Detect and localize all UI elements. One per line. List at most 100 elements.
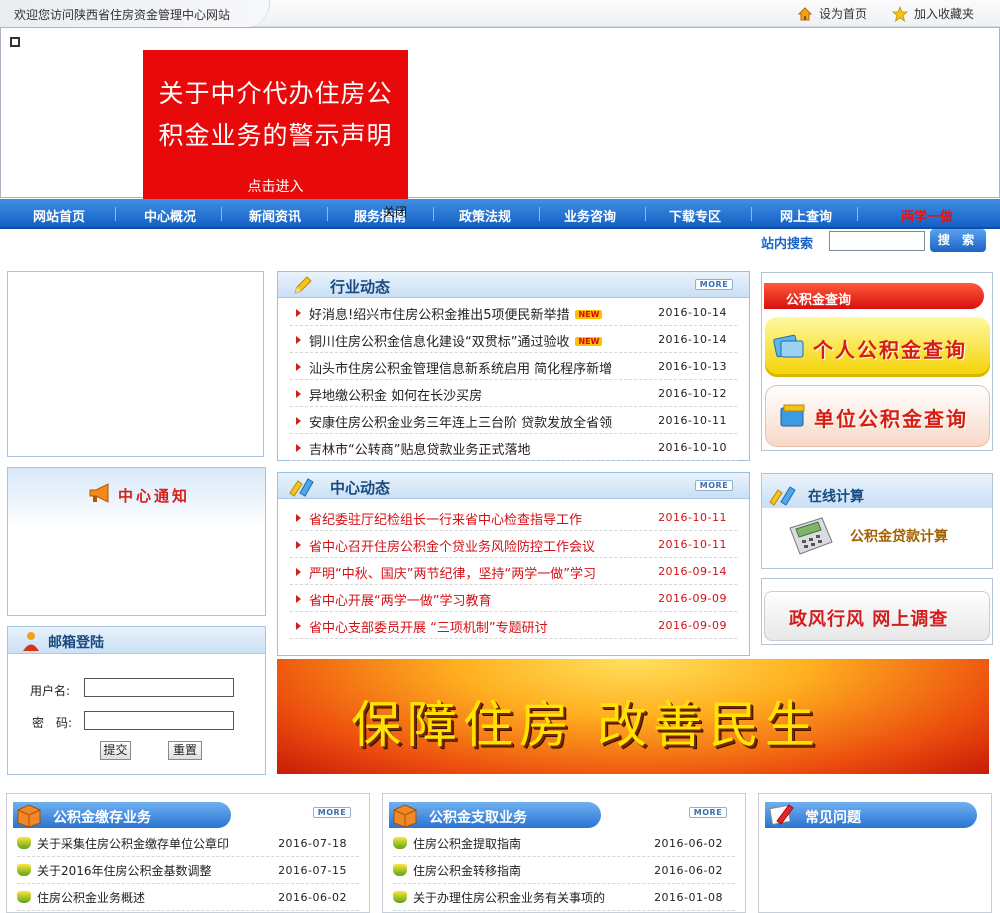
deposit-business-title: 公积金缴存业务: [13, 802, 231, 828]
list-item[interactable]: 好消息!绍兴市住房公积金推出5项便民新举措 NEW 2016-10-14: [290, 299, 737, 326]
list-item-date: 2016-06-02: [654, 837, 723, 850]
nav-divider: [857, 207, 858, 221]
add-favorite-link[interactable]: 加入收藏夹: [892, 5, 974, 22]
list-item-date: 2016-06-02: [278, 891, 347, 904]
reset-button[interactable]: 重置: [168, 741, 202, 760]
main-nav: 网站首页 中心概况 新闻资讯 服务指南 政策法规 业务咨询 下载专区 网上查询 …: [0, 199, 1000, 229]
list-item-date: 2016-06-02: [654, 864, 723, 877]
pencils-icon: [769, 486, 796, 506]
megaphone-icon: [89, 483, 109, 503]
box-package-icon: [17, 804, 41, 828]
news-date: 2016-10-12: [658, 387, 727, 400]
list-item[interactable]: 省纪委驻厅纪检组长一行来省中心检查指导工作 2016-10-11: [290, 504, 737, 531]
notice-enter-link[interactable]: 点击进入: [143, 176, 408, 196]
nav-item-policy[interactable]: 政策法规: [435, 206, 535, 225]
slogan-text: 保障住房 改善民生: [351, 696, 821, 754]
pencil-paper-icon: [769, 804, 794, 826]
search-input[interactable]: [829, 231, 925, 251]
warning-notice-popup[interactable]: 关于中介代办住房公 积金业务的警示声明 点击进入: [143, 50, 408, 200]
list-item[interactable]: 严明“中秋、国庆”两节纪律，坚持“两学一做”学习 2016-09-14: [290, 558, 737, 585]
list-item[interactable]: 住房公积金提取指南 2016-06-02: [393, 830, 735, 857]
personal-gjj-query-label: 个人公积金查询: [813, 338, 967, 362]
leaf-bullet-icon: [393, 864, 407, 876]
center-news-title: 中心动态: [330, 479, 391, 497]
welcome-text: 欢迎您访问陕西省住房资金管理中心网站: [14, 8, 231, 22]
list-item[interactable]: 关于采集住房公积金缴存单位公章印 2016-07-18: [17, 830, 359, 857]
list-item-title: 住房公积金提取指南: [413, 837, 522, 851]
news-date: 2016-10-10: [658, 441, 727, 454]
loan-calculator-link[interactable]: 公积金贷款计算: [850, 526, 948, 546]
list-item-title: 关于采集住房公积金缴存单位公章印: [37, 837, 230, 851]
news-title-text: 好消息!绍兴市住房公积金推出5项便民新举措: [309, 308, 570, 323]
deposit-more-button[interactable]: MORE: [313, 807, 351, 818]
list-item-title: 关于办理住房公积金业务有关事项的: [413, 891, 606, 905]
news-date: 2016-10-14: [658, 306, 727, 319]
leaf-bullet-icon: [17, 864, 31, 876]
list-item[interactable]: 省中心召开住房公积金个贷业务风险防控工作会议 2016-10-11: [290, 531, 737, 558]
bullet-arrow-icon: [296, 444, 301, 452]
password-field[interactable]: [84, 711, 234, 730]
survey-button[interactable]: 政风行风 网上调查: [764, 591, 990, 641]
news-title-text: 铜川住房公积金信息化建设“双贯标”通过验收: [309, 335, 570, 350]
center-notice-box: 中心通知: [7, 467, 266, 616]
notice-line-1: 关于中介代办住房公: [158, 79, 393, 108]
nav-item-overview[interactable]: 中心概况: [120, 206, 220, 225]
news-date: 2016-10-13: [658, 360, 727, 373]
bullet-arrow-icon: [296, 309, 301, 317]
list-item[interactable]: 省中心支部委员开展 “三项机制”专题研讨 2016-09-09: [290, 612, 737, 639]
username-field[interactable]: [84, 678, 234, 697]
bullet-arrow-icon: [296, 363, 301, 371]
list-item[interactable]: 省中心开展“两学一做”学习教育 2016-09-09: [290, 585, 737, 612]
nav-divider: [433, 207, 434, 221]
nav-item-news[interactable]: 新闻资讯: [225, 206, 325, 225]
list-item[interactable]: 安康住房公积金业务三年连上三台阶 贷款发放全省领 2016-10-11: [290, 407, 737, 434]
list-item[interactable]: 汕头市住房公积金管理信息新系统启用 简化程序新增 2016-10-13: [290, 353, 737, 380]
pencil-icon: [294, 276, 312, 294]
notice-close-button[interactable]: 关闭: [383, 203, 407, 220]
news-title: 汕头市住房公积金管理信息新系统启用 简化程序新增: [309, 362, 613, 377]
withdraw-more-button[interactable]: MORE: [689, 807, 727, 818]
personal-gjj-query-button[interactable]: 个人公积金查询: [765, 317, 990, 377]
nav-item-consult[interactable]: 业务咨询: [540, 206, 640, 225]
home-icon: [797, 6, 813, 20]
news-title: 安康住房公积金业务三年连上三台阶 贷款发放全省领: [309, 416, 613, 431]
nav-item-home[interactable]: 网站首页: [9, 206, 109, 225]
center-news-box: 中心动态 MORE 省纪委驻厅纪检组长一行来省中心检查指导工作 2016-10-…: [277, 472, 750, 656]
industry-news-title: 行业动态: [330, 278, 391, 296]
search-label: 站内搜索: [761, 237, 814, 252]
gjj-query-title: 公积金查询: [764, 283, 984, 309]
online-calc-title: 在线计算: [808, 489, 864, 505]
leaf-bullet-icon: [393, 837, 407, 849]
submit-button[interactable]: 提交: [100, 741, 131, 760]
list-item-date: 2016-01-08: [654, 891, 723, 904]
bullet-arrow-icon: [296, 390, 301, 398]
pencils-icon: [289, 478, 314, 497]
star-icon: [892, 5, 908, 22]
nav-item-query[interactable]: 网上查询: [756, 206, 856, 225]
center-news-header: 中心动态 MORE: [278, 473, 749, 499]
list-item[interactable]: 铜川住房公积金信息化建设“双贯标”通过验收 NEW 2016-10-14: [290, 326, 737, 353]
industry-news-more-button[interactable]: MORE: [695, 279, 733, 290]
set-home-link[interactable]: 设为首页: [797, 5, 867, 22]
unit-gjj-query-button[interactable]: 单位公积金查询: [765, 385, 990, 447]
bullet-arrow-icon: [296, 336, 301, 344]
center-news-more-button[interactable]: MORE: [695, 480, 733, 491]
search-button[interactable]: 搜 索: [930, 229, 986, 252]
news-title: 铜川住房公积金信息化建设“双贯标”通过验收 NEW: [309, 331, 603, 350]
mail-user-icon: [23, 632, 39, 651]
list-item[interactable]: 住房公积金业务概述 2016-06-02: [17, 884, 359, 911]
nav-item-download[interactable]: 下载专区: [645, 206, 745, 225]
list-item[interactable]: 住房公积金转移指南 2016-06-02: [393, 857, 735, 884]
bullet-arrow-icon: [296, 622, 301, 630]
list-item[interactable]: 关于办理住房公积金业务有关事项的 2016-01-08: [393, 884, 735, 911]
nav-item-study[interactable]: 两学一做: [877, 206, 977, 225]
list-item[interactable]: 关于2016年住房公积金基数调整 2016-07-15: [17, 857, 359, 884]
box-package-icon: [393, 804, 417, 828]
username-label: 用户名:: [30, 684, 71, 698]
nav-item-guide[interactable]: 服务指南: [330, 206, 430, 225]
list-item-date: 2016-07-15: [278, 864, 347, 877]
book-icon: [780, 404, 805, 427]
list-item[interactable]: 吉林市“公转商”贴息贷款业务正式落地 2016-10-10: [290, 434, 737, 461]
news-title: 吉林市“公转商”贴息贷款业务正式落地: [309, 443, 531, 458]
list-item[interactable]: 异地缴公积金 如何在长沙买房 2016-10-12: [290, 380, 737, 407]
